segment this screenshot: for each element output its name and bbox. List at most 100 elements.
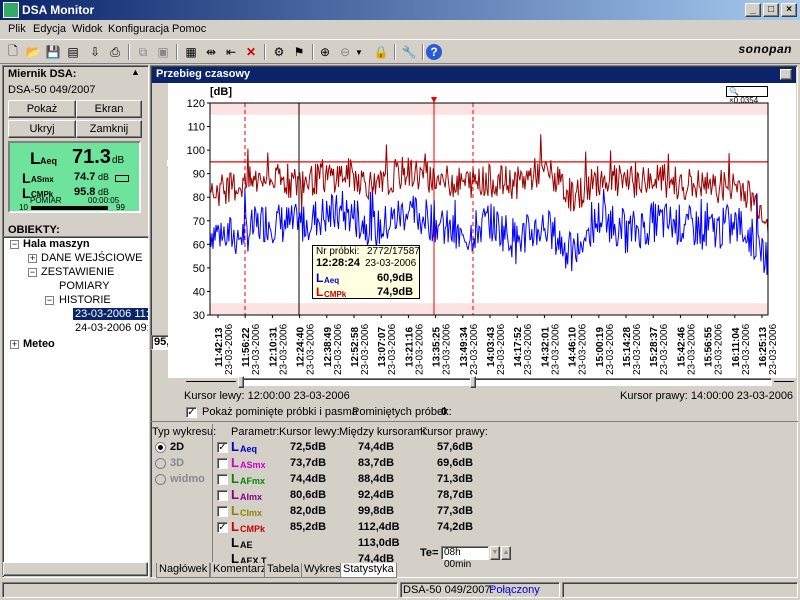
adjust-icon[interactable]: ⇹	[202, 43, 220, 61]
tree-node-history-2[interactable]: 24-03-2006 09:29	[75, 322, 148, 334]
print-icon[interactable]: ⎙	[106, 43, 124, 61]
export-icon[interactable]: ⇩	[86, 43, 104, 61]
zoom-dropdown-icon[interactable]: ▼	[354, 43, 364, 61]
copy-icon[interactable]: ⧉	[134, 43, 152, 61]
param-l-glyph: L	[231, 471, 239, 486]
menu-konfiguracja[interactable]: Konfiguracja	[108, 23, 169, 35]
param-checkbox[interactable]	[217, 474, 228, 485]
menu-plik[interactable]: Plik	[8, 23, 26, 35]
radio-3d[interactable]	[155, 458, 166, 469]
param-value-between: 99,8dB	[358, 505, 395, 517]
show-skipped-checkbox[interactable]: ✓	[186, 407, 197, 418]
tree-node-zestawienie[interactable]: ZESTAWIENIE	[41, 266, 114, 278]
x-date-label: 23-03-2006	[306, 323, 317, 375]
minimize-button[interactable]: _	[745, 3, 761, 17]
title-bar: DSA Monitor _ □ ×	[0, 0, 800, 20]
tree-toggle[interactable]: +	[28, 254, 37, 263]
lcd-scale-end: 99	[116, 203, 125, 212]
range-left-line	[186, 381, 236, 382]
tree-node-dane[interactable]: DANE WEJŚCIOWE	[41, 252, 142, 264]
x-date-label: 23-03-2006	[686, 323, 697, 375]
tree-node-history-1[interactable]: 23-03-2006 11:42	[73, 308, 148, 320]
lock-icon[interactable]: 🔒	[372, 43, 390, 61]
cursor-right-text: Kursor prawy: 14:00:00 23-03-2006	[620, 390, 794, 402]
delete-icon[interactable]: ✕	[242, 43, 260, 61]
maximize-button[interactable]: □	[763, 3, 779, 17]
tree-toggle[interactable]: +	[10, 340, 19, 349]
status-pane-3	[562, 582, 798, 598]
menu-widok[interactable]: Widok	[72, 23, 103, 35]
param-name: CImx	[240, 508, 263, 518]
show-skipped-label: Pokaż pominięte próbki i pasma	[202, 406, 358, 418]
param-checkbox[interactable]	[217, 458, 228, 469]
tree-toggle[interactable]: −	[10, 240, 19, 249]
param-checkbox[interactable]: ✓	[217, 522, 228, 533]
param-checkbox[interactable]: ✓	[217, 442, 228, 453]
x-date-label: 23-03-2006	[251, 323, 262, 375]
lcd-lasmx-unit: dB	[98, 172, 110, 182]
zoom-out-icon[interactable]: ⊖	[336, 43, 354, 61]
menu-pomoc[interactable]: Pomoc	[172, 23, 206, 35]
te-input[interactable]: 08h 00min	[441, 546, 489, 570]
filter-icon[interactable]: ⚙	[270, 43, 288, 61]
y-tick-label: 40	[193, 286, 205, 298]
x-date-label: 23-03-2006	[550, 323, 561, 375]
close-button[interactable]: ×	[781, 3, 797, 17]
param-value-between: 92,4dB	[358, 489, 395, 501]
te-up-button[interactable]: ▲	[501, 546, 511, 560]
range-right-handle[interactable]	[470, 376, 476, 388]
tree-toggle[interactable]: −	[28, 268, 37, 277]
close-meter-button[interactable]: Zamknij	[76, 120, 142, 138]
panel-restore-button[interactable]	[780, 69, 792, 80]
menu-edycja[interactable]: Edycja	[33, 23, 66, 35]
show-button[interactable]: Pokaż	[8, 100, 76, 118]
params-divider	[212, 424, 213, 562]
collapse-icon[interactable]: ▲	[131, 67, 140, 77]
te-down-button[interactable]: ▼	[490, 546, 500, 560]
table-icon[interactable]: ▦	[182, 43, 200, 61]
save-icon[interactable]: 💾	[44, 43, 62, 61]
range-left-handle[interactable]	[238, 376, 244, 388]
y-tick-label: 120	[187, 98, 205, 110]
cursor-icon[interactable]: ⇤	[222, 43, 240, 61]
marker-icon[interactable]: ⚑	[290, 43, 308, 61]
upper-band	[210, 103, 768, 115]
sonopan-logo: sonopan	[738, 42, 792, 56]
param-checkbox[interactable]	[217, 490, 228, 501]
open-icon[interactable]: 📂	[24, 43, 42, 61]
param-checkbox[interactable]	[217, 506, 228, 517]
tree-node-pomiary[interactable]: POMIARY	[59, 280, 110, 292]
tree-hscroll[interactable]	[3, 562, 148, 576]
zoom-in-icon[interactable]: ⊕	[316, 43, 334, 61]
radio-2d[interactable]	[155, 442, 166, 453]
range-track[interactable]	[238, 378, 772, 386]
status-device: DSA-50 049/2007:	[403, 584, 494, 596]
paste-icon[interactable]: ▣	[154, 43, 172, 61]
new-icon[interactable]: 🗋	[4, 43, 22, 61]
settings-icon[interactable]: 🔧	[400, 43, 418, 61]
tab-naglowek[interactable]: Nagłówek	[156, 563, 211, 578]
tree-node-hala[interactable]: Hala maszyn	[23, 238, 90, 250]
tree-node-historie[interactable]: HISTORIE	[59, 294, 111, 306]
chart-grid	[210, 97, 768, 315]
x-date-label: 23-03-2006	[632, 323, 643, 375]
x-date-label: 23-03-2006	[659, 323, 670, 375]
x-date-label: 23-03-2006	[387, 323, 398, 375]
x-date-label: 23-03-2006	[496, 323, 507, 375]
screen-button[interactable]: Ekran	[76, 100, 142, 118]
time-chart[interactable]: 3040506070809010011012011:42:13 23-03-200…	[168, 83, 796, 378]
tab-wykres[interactable]: Wykres	[301, 563, 344, 578]
tree-toggle[interactable]: −	[45, 296, 54, 305]
param-name: AImx	[240, 492, 263, 502]
param-name: ASmx	[240, 460, 266, 470]
meter-device: DSA-50 049/2007	[8, 84, 96, 96]
param-value-between: 112,4dB	[358, 521, 400, 533]
save-all-icon[interactable]: ▤	[64, 43, 82, 61]
tab-statystyka[interactable]: Statystyka	[340, 563, 397, 578]
radio-widmo[interactable]	[155, 474, 166, 485]
hide-button[interactable]: Ukryj	[8, 120, 76, 138]
tab-tabela[interactable]: Tabela	[264, 563, 303, 578]
tree-node-meteo[interactable]: Meteo	[23, 338, 55, 350]
help-icon[interactable]: ?	[426, 44, 442, 60]
tab-komentarz[interactable]: Komentarz	[210, 563, 270, 578]
